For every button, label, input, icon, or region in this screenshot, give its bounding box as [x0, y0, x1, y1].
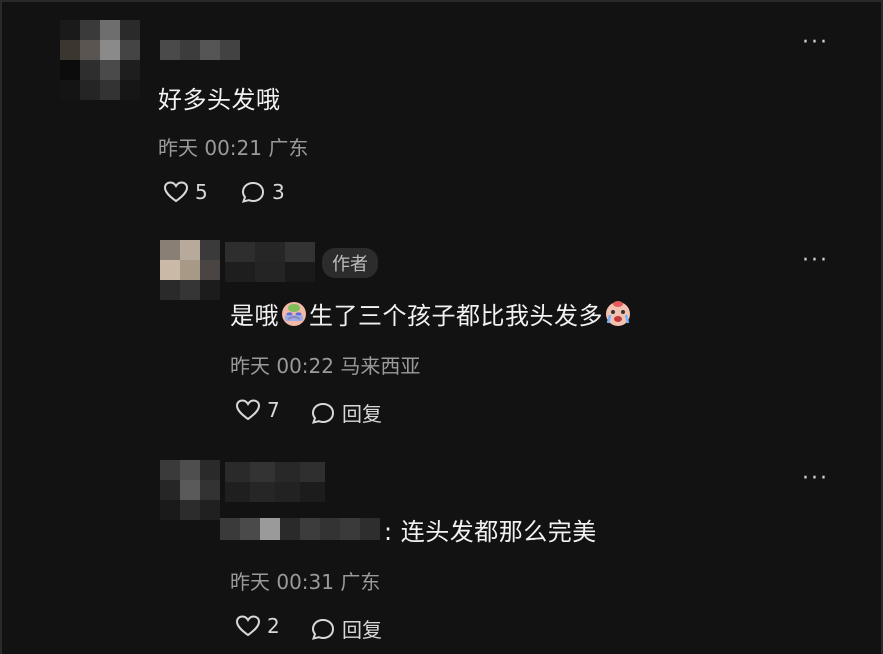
heart-outline-icon — [235, 615, 261, 637]
like-button[interactable]: 7 — [235, 398, 280, 422]
avatar[interactable] — [160, 240, 220, 300]
comment-location: 广东 — [340, 570, 381, 594]
comment-text: : 连头发都那么完美 — [384, 518, 597, 546]
like-count: 5 — [195, 180, 208, 204]
reply-button[interactable]: 3 — [240, 180, 285, 204]
more-options-icon[interactable]: ··· — [802, 30, 829, 55]
comment-meta: 昨天 00:21 广东 — [158, 132, 308, 161]
like-button[interactable]: 5 — [163, 180, 208, 204]
like-count: 2 — [267, 614, 280, 638]
like-count: 7 — [267, 398, 280, 422]
comment-text: 是哦 生了三个孩子都比我头发多 — [230, 296, 633, 331]
crying-face-emoji-icon — [282, 302, 306, 326]
comment-location: 广东 — [268, 136, 309, 160]
avatar[interactable] — [160, 460, 220, 520]
reply-button[interactable]: 回复 — [310, 614, 382, 643]
comment-text: 好多头发哦 — [158, 86, 281, 114]
speech-bubble-icon — [241, 181, 265, 203]
reply-label: 回复 — [342, 618, 382, 642]
mentioned-username[interactable] — [220, 518, 380, 540]
speech-bubble-icon — [311, 618, 335, 640]
heart-outline-icon — [163, 181, 189, 203]
username[interactable] — [225, 242, 315, 282]
reply-label: 回复 — [342, 402, 382, 426]
more-options-icon[interactable]: ··· — [802, 248, 829, 273]
comment-time: 昨天 00:21 — [158, 136, 262, 160]
comment-meta: 昨天 00:22 马来西亚 — [230, 350, 420, 379]
heart-outline-icon — [235, 399, 261, 421]
comment-time: 昨天 00:31 — [230, 570, 334, 594]
more-options-icon[interactable]: ··· — [802, 466, 829, 491]
comment-meta: 昨天 00:31 广东 — [230, 566, 380, 595]
comment-text-part1: 是哦 — [230, 302, 279, 330]
comment-text-part2: 生了三个孩子都比我头发多 — [309, 302, 603, 330]
username[interactable] — [160, 40, 240, 60]
author-badge: 作者 — [322, 248, 378, 278]
reply-button[interactable]: 回复 — [310, 398, 382, 427]
avatar[interactable] — [60, 20, 140, 100]
username[interactable] — [225, 462, 325, 502]
crying-face-emoji-icon — [606, 301, 630, 326]
reply-count: 3 — [272, 180, 285, 204]
comment-location: 马来西亚 — [340, 354, 421, 378]
comment-time: 昨天 00:22 — [230, 354, 334, 378]
like-button[interactable]: 2 — [235, 614, 280, 638]
speech-bubble-icon — [311, 402, 335, 424]
